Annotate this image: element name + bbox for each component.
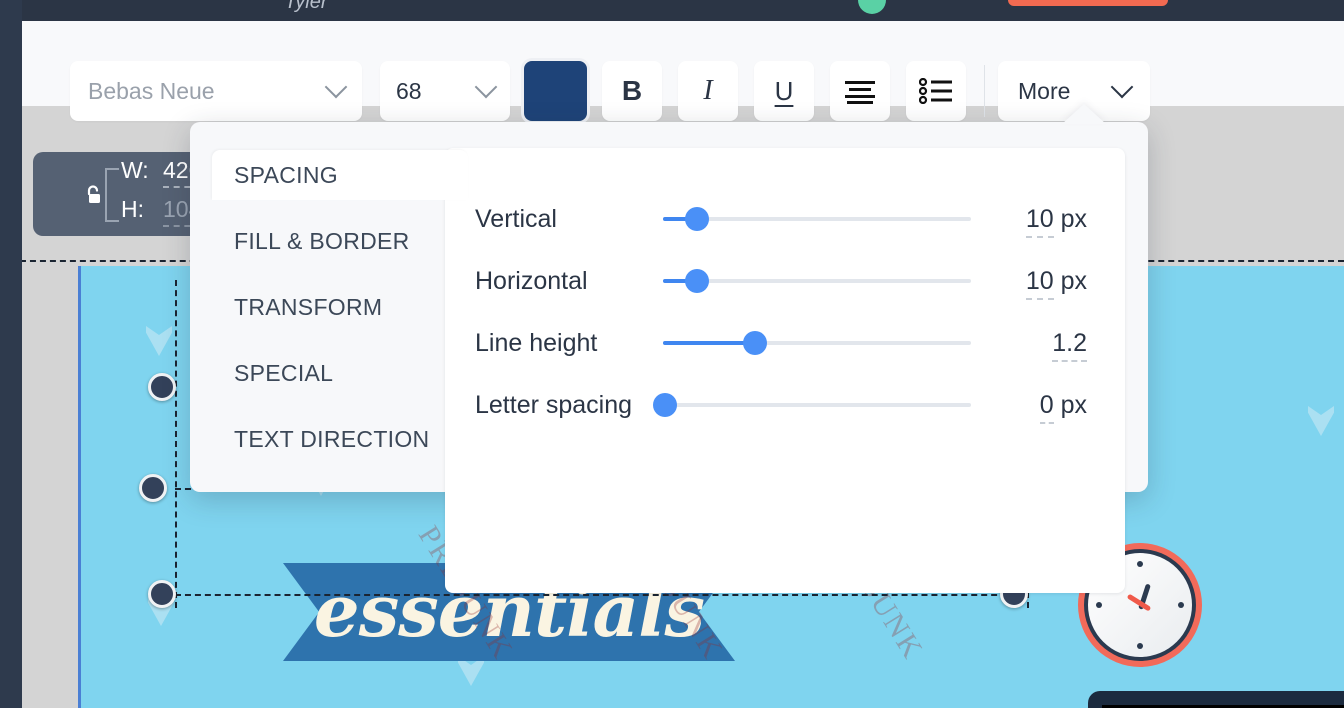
clock-tick [1178, 602, 1184, 608]
text-color-swatch[interactable] [524, 61, 587, 121]
spacing-options-content: Vertical 10 px Horizontal 10 px Line hei… [445, 148, 1125, 593]
clock-minute-hand [1126, 593, 1152, 612]
slider-thumb-line-height[interactable] [743, 331, 767, 355]
menu-item-special[interactable]: SPECIAL [212, 348, 446, 398]
size-box: W: 426 H: 104 [33, 152, 213, 236]
font-family-label: Bebas Neue [88, 77, 215, 104]
bulleted-list-icon [919, 78, 952, 104]
menu-item-spacing[interactable]: SPACING [212, 150, 468, 200]
slider-track[interactable] [663, 279, 971, 283]
chevron-down-icon [474, 75, 498, 99]
width-label: W: [121, 157, 149, 183]
height-label: H: [121, 196, 144, 222]
slider-thumb-letter-spacing[interactable] [653, 393, 677, 417]
clock-tick [1137, 643, 1143, 649]
menu-item-label: SPACING [234, 161, 338, 188]
slider-value-letter-spacing[interactable]: 0 px [1039, 390, 1087, 424]
monitor-graphic [1088, 691, 1344, 708]
slider-value-line-height[interactable]: 1.2 [1052, 328, 1087, 362]
text-toolbar: Bebas Neue 68 B I U More [22, 21, 1344, 121]
avatar[interactable] [858, 0, 886, 14]
panel-menu: SPACING FILL & BORDER TRANSFORM SPECIAL … [190, 122, 468, 492]
slider-label: Line height [475, 328, 598, 357]
align-center-button[interactable] [830, 61, 890, 121]
slider-value-number: 0 [1039, 390, 1054, 424]
menu-item-label: TRANSFORM [234, 293, 383, 320]
app-topbar: Tyler [0, 0, 1344, 21]
menu-item-label: SPECIAL [234, 359, 334, 386]
underline-button[interactable]: U [754, 61, 814, 121]
slider-row-vertical: Vertical 10 px [445, 188, 1125, 250]
font-size-select[interactable]: 68 [380, 61, 510, 121]
slider-value-number: 1.2 [1052, 328, 1087, 362]
menu-item-text-direction[interactable]: TEXT DIRECTION [212, 414, 446, 464]
menu-item-transform[interactable]: TRANSFORM [212, 282, 446, 332]
slider-value-unit: px [1053, 204, 1087, 233]
selection-guide-left [175, 280, 177, 608]
share-button[interactable] [1008, 0, 1168, 6]
slider-value-horizontal[interactable]: 10 px [1025, 266, 1087, 300]
chevron-decor-icon [1308, 406, 1334, 436]
popup-arrow [1062, 104, 1106, 124]
left-sidebar-rail[interactable] [0, 0, 22, 708]
slider-label: Horizontal [475, 266, 588, 295]
selection-handle-mid-left[interactable] [139, 474, 167, 502]
lock-open-icon[interactable] [83, 184, 105, 206]
document-title[interactable]: Tyler [246, 0, 366, 14]
slider-value-unit: px [1053, 266, 1087, 295]
clock-tick [1137, 561, 1143, 567]
slider-track[interactable] [663, 403, 971, 407]
size-bracket [105, 168, 119, 222]
slider-row-line-height: Line height 1.2 [445, 312, 1125, 374]
menu-item-label: TEXT DIRECTION [234, 425, 430, 452]
selection-handle-bottom-left[interactable] [148, 580, 176, 608]
more-options-panel: SPACING FILL & BORDER TRANSFORM SPECIAL … [190, 122, 1148, 593]
slider-value-unit: px [1053, 390, 1087, 419]
toolbar-divider [984, 65, 985, 117]
font-family-select[interactable]: Bebas Neue [70, 61, 362, 121]
slider-value-number: 10 [1025, 266, 1054, 300]
align-center-icon [845, 81, 875, 104]
slider-value-number: 10 [1025, 204, 1054, 238]
font-size-label: 68 [396, 77, 422, 104]
chevron-down-icon [324, 75, 348, 99]
slider-track[interactable] [663, 217, 971, 221]
slider-row-letter-spacing: Letter spacing 0 px [445, 374, 1125, 436]
menu-item-fill-and-border[interactable]: FILL & BORDER [212, 216, 446, 266]
slider-fill [663, 341, 755, 345]
clock-tick [1096, 602, 1102, 608]
slider-thumb-horizontal[interactable] [685, 269, 709, 293]
slider-thumb-vertical[interactable] [685, 207, 709, 231]
bold-button[interactable]: B [602, 61, 662, 121]
bulleted-list-button[interactable] [906, 61, 966, 121]
selection-guide-bottom [175, 594, 1027, 596]
chevron-decor-icon [146, 326, 172, 356]
slider-label: Letter spacing [475, 390, 633, 419]
slider-value-vertical[interactable]: 10 px [1025, 204, 1087, 238]
italic-button[interactable]: I [678, 61, 738, 121]
chevron-down-icon [1110, 75, 1134, 99]
slider-label: Vertical [475, 204, 557, 233]
more-button-label: More [1018, 77, 1071, 104]
selection-handle-top-left[interactable] [148, 373, 176, 401]
artboard-edge [78, 266, 81, 708]
slider-row-horizontal: Horizontal 10 px [445, 250, 1125, 312]
menu-item-label: FILL & BORDER [234, 227, 410, 254]
